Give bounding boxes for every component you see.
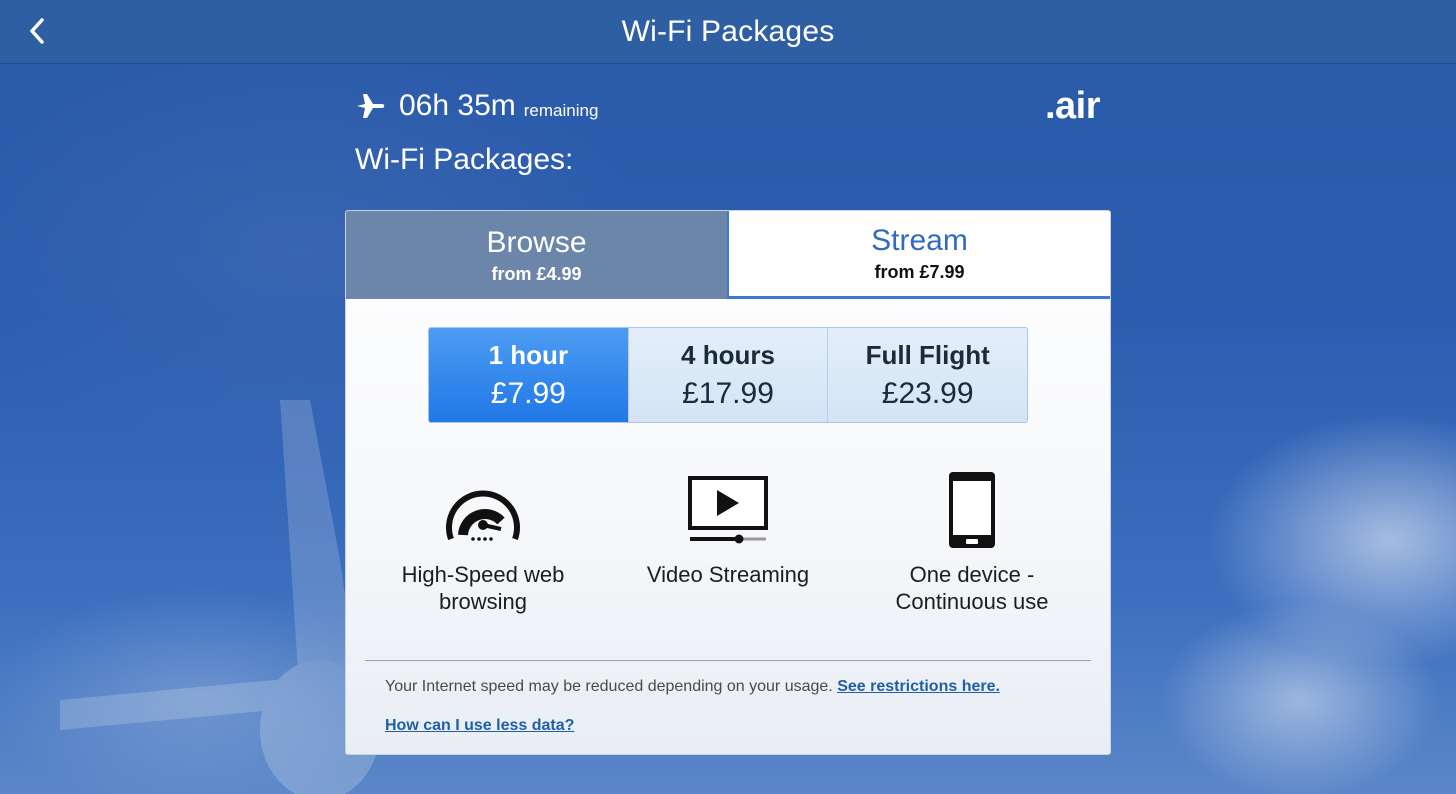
restrictions-link[interactable]: See restrictions here.	[837, 678, 1000, 695]
feature-one-device: One device - Continuous use	[852, 469, 1092, 615]
background-aircraft-image	[60, 400, 380, 794]
option-1-hour[interactable]: 1 hour £7.99	[429, 328, 628, 422]
feature-label: Video Streaming	[646, 562, 810, 587]
tab-stream-price: from £7.99	[874, 262, 965, 282]
option-4-hours[interactable]: 4 hours £17.99	[627, 328, 828, 422]
option-full-flight[interactable]: Full Flight £23.99	[827, 328, 1027, 422]
divider	[365, 660, 1091, 661]
time-remaining: 06h 35m	[399, 89, 516, 122]
remaining-label: remaining	[523, 101, 599, 120]
feature-list: High-Speed web browsing Video Streaming	[346, 469, 1110, 619]
page-title: Wi-Fi Packages	[621, 14, 835, 48]
packages-card: Browse from £4.99 Stream from £7.99 1 ho…	[345, 210, 1111, 755]
option-price: £17.99	[682, 376, 774, 410]
option-label: Full Flight	[865, 339, 990, 370]
duration-options: 1 hour £7.99 4 hours £17.99 Full Flight …	[428, 327, 1028, 423]
option-label: 1 hour	[488, 339, 569, 370]
option-price: £7.99	[490, 376, 566, 410]
video-player-icon	[688, 476, 768, 544]
usage-note: Your Internet speed may be reduced depen…	[385, 678, 1000, 695]
tab-browse-label: Browse	[486, 225, 587, 259]
flight-status-row: 06h 35m remaining .air	[355, 84, 1101, 128]
tab-browse[interactable]: Browse from £4.99	[346, 211, 729, 299]
tab-stream-label: Stream	[871, 224, 968, 257]
package-tabs: Browse from £4.99 Stream from £7.99	[346, 211, 1110, 299]
option-price: £23.99	[881, 376, 974, 410]
section-heading: Wi-Fi Packages:	[355, 143, 574, 176]
tab-browse-price: from £4.99	[491, 263, 582, 284]
option-label: 4 hours	[681, 339, 775, 370]
brand-logo: .air	[1044, 84, 1101, 127]
speedometer-icon	[446, 490, 520, 541]
feature-label: High-Speed web browsing	[401, 562, 565, 614]
feature-video-streaming: Video Streaming	[608, 469, 848, 588]
less-data-link[interactable]: How can I use less data?	[385, 717, 574, 735]
feature-web-browsing: High-Speed web browsing	[363, 469, 603, 615]
smartphone-icon	[949, 472, 995, 548]
airplane-icon	[357, 94, 385, 118]
tab-stream[interactable]: Stream from £7.99	[729, 211, 1110, 299]
feature-label: One device - Continuous use	[895, 562, 1049, 614]
back-button[interactable]	[22, 14, 52, 48]
chevron-left-icon	[30, 18, 44, 44]
top-bar: Wi-Fi Packages	[0, 0, 1456, 64]
